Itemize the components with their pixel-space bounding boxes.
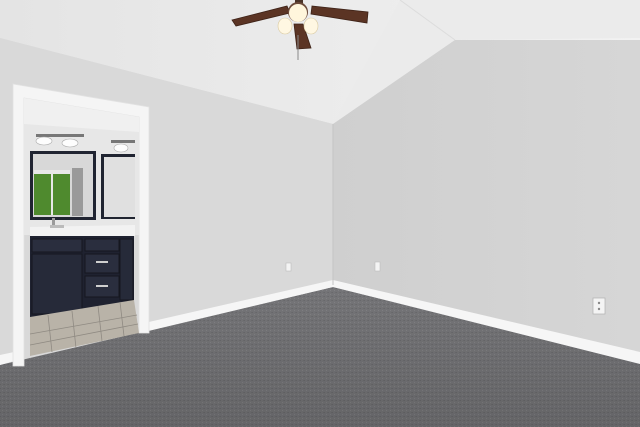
outlet-right-wall-2: [592, 297, 606, 315]
outlet-right-wall-1: [374, 261, 381, 272]
room-photo: [0, 0, 640, 427]
room-illustration: [0, 0, 640, 427]
fan-light-right: [303, 17, 319, 35]
bathroom-view: [24, 98, 139, 356]
outlet-left-wall: [285, 262, 292, 272]
fan-light-left: [277, 17, 293, 35]
fan-light-center: [289, 4, 307, 22]
